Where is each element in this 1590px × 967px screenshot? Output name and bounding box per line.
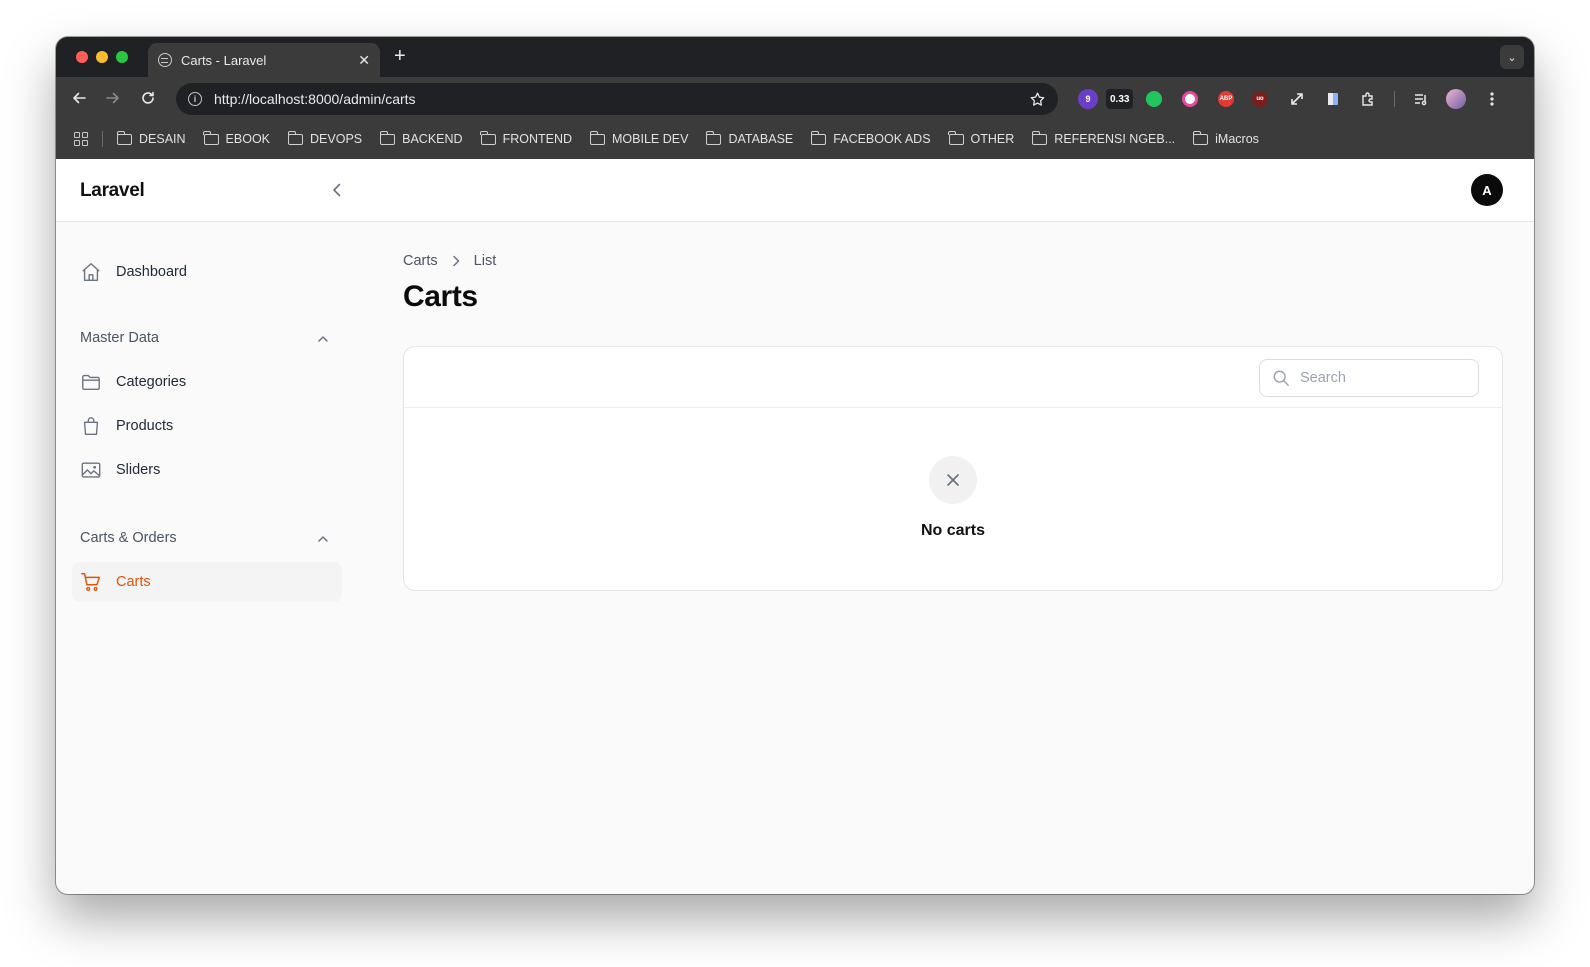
extension-doc-icon[interactable]: [1323, 89, 1343, 109]
browser-chrome: Carts - Laravel ✕ + ⌄ i http://localhost…: [56, 37, 1534, 159]
folder-icon: [480, 130, 496, 145]
bookmark-folder[interactable]: iMacros: [1192, 130, 1259, 146]
bookmark-folder[interactable]: DESAIN: [116, 130, 186, 146]
maximize-window-button[interactable]: [116, 51, 128, 63]
breadcrumb-current: List: [473, 253, 497, 269]
extension-badge-icon[interactable]: 9: [1078, 89, 1098, 109]
bookmark-folder[interactable]: EBOOK: [203, 130, 270, 146]
adblock-icon[interactable]: ABP: [1218, 89, 1234, 109]
bookmark-folder[interactable]: FACEBOOK ADS: [810, 130, 931, 146]
extension-green-icon[interactable]: [1146, 89, 1162, 109]
media-queue-icon[interactable]: [1411, 89, 1431, 109]
folder-icon: [589, 130, 606, 145]
close-tab-icon[interactable]: ✕: [358, 52, 370, 69]
folder-icon: [948, 130, 964, 145]
folder-icon: [810, 130, 827, 145]
folder-icon: [1031, 130, 1048, 145]
browser-tab[interactable]: Carts - Laravel ✕: [148, 43, 380, 77]
table-card: No carts: [403, 346, 1503, 591]
back-button[interactable]: [68, 87, 90, 109]
collapse-sidebar-button[interactable]: [326, 179, 348, 201]
browser-toolbar: i http://localhost:8000/admin/carts 9 0.…: [56, 77, 1534, 121]
page-title: Carts: [403, 280, 478, 313]
empty-state: No carts: [404, 408, 1502, 591]
sidebar-item-carts[interactable]: Carts: [72, 562, 342, 602]
forward-button[interactable]: [102, 87, 124, 109]
sidebar-item-label: Sliders: [116, 462, 161, 478]
folder-icon: [203, 130, 219, 145]
user-avatar[interactable]: A: [1471, 174, 1503, 206]
extension-ring-icon[interactable]: [1182, 89, 1198, 109]
reload-button[interactable]: [137, 87, 159, 109]
shopping-bag-icon: [83, 417, 99, 435]
new-tab-button[interactable]: +: [394, 45, 406, 68]
breadcrumb: Carts List: [403, 253, 496, 269]
bookmark-folder[interactable]: BACKEND: [379, 130, 463, 146]
sidebar-item-dashboard[interactable]: Dashboard: [72, 252, 342, 292]
folder-icon: [1192, 130, 1209, 145]
search-icon: [1273, 370, 1289, 386]
chevron-up-icon[interactable]: [316, 532, 330, 546]
chevron-left-icon: [333, 183, 341, 197]
folder-icon: [116, 130, 132, 145]
site-info-icon[interactable]: i: [188, 92, 202, 106]
sidebar-group-carts-orders[interactable]: Carts & Orders: [80, 530, 177, 546]
browser-window: Carts - Laravel ✕ + ⌄ i http://localhost…: [56, 37, 1534, 894]
toolbar-divider: [1394, 91, 1395, 107]
sidebar: Dashboard Master Data Categories Product…: [56, 222, 366, 894]
extension-metric-icon[interactable]: 0.33: [1106, 89, 1134, 109]
bookmark-folder[interactable]: MOBILE DEV: [589, 130, 688, 146]
minimize-window-button[interactable]: [96, 51, 108, 63]
tab-title: Carts - Laravel: [181, 52, 267, 68]
profile-avatar-icon[interactable]: [1446, 89, 1466, 109]
expand-icon[interactable]: [1287, 89, 1307, 109]
arrow-right-icon: [106, 92, 119, 104]
bookmarks-divider: [102, 131, 103, 147]
url-text[interactable]: http://localhost:8000/admin/carts: [214, 91, 1029, 107]
search-input[interactable]: [1300, 370, 1470, 386]
sidebar-item-label: Dashboard: [116, 264, 187, 280]
puzzle-icon[interactable]: [1358, 89, 1378, 109]
table-toolbar: [404, 347, 1502, 408]
folder-icon: [82, 374, 100, 391]
breadcrumb-link-carts[interactable]: Carts: [403, 253, 438, 269]
brand-logo[interactable]: Laravel: [80, 180, 145, 202]
bookmark-folder[interactable]: FRONTEND: [480, 130, 572, 146]
address-bar[interactable]: i http://localhost:8000/admin/carts: [176, 83, 1058, 115]
arrow-left-icon: [73, 92, 86, 104]
tab-strip: Carts - Laravel ✕ + ⌄: [56, 37, 1534, 77]
x-mark-icon: [929, 456, 977, 504]
sidebar-item-label: Categories: [116, 374, 187, 390]
empty-state-heading: No carts: [920, 522, 986, 539]
search-box[interactable]: [1259, 359, 1479, 397]
bookmark-folder[interactable]: OTHER: [948, 130, 1014, 146]
chevron-up-icon[interactable]: [316, 332, 330, 346]
home-icon: [82, 263, 100, 281]
bookmark-star-icon[interactable]: [1029, 91, 1046, 108]
kebab-menu-icon[interactable]: [1482, 89, 1502, 109]
bookmark-folder[interactable]: DATABASE: [706, 130, 793, 146]
bookmark-folder[interactable]: REFERENSI NGEB...: [1031, 130, 1175, 146]
close-window-button[interactable]: [76, 51, 88, 63]
bookmarks-bar: DESAIN EBOOK DEVOPS BACKEND FRONTEND MOB…: [56, 121, 1534, 157]
bookmark-folder[interactable]: DEVOPS: [287, 130, 362, 146]
chevron-right-icon: [452, 255, 459, 267]
ublock-icon[interactable]: uo: [1252, 89, 1268, 109]
sidebar-item-label: Carts: [116, 574, 151, 590]
sidebar-item-products[interactable]: Products: [72, 406, 342, 446]
folder-icon: [287, 130, 304, 145]
sidebar-item-categories[interactable]: Categories: [72, 362, 342, 402]
image-icon: [81, 462, 101, 478]
sidebar-item-label: Products: [116, 418, 174, 434]
folder-icon: [706, 130, 722, 145]
tab-search-button[interactable]: ⌄: [1500, 45, 1524, 69]
globe-icon: [158, 53, 172, 67]
sidebar-group-master-data[interactable]: Master Data: [80, 330, 159, 346]
app-header: Laravel A: [56, 159, 1534, 222]
shopping-cart-icon: [81, 573, 100, 591]
apps-grid-icon[interactable]: [74, 132, 88, 146]
folder-icon: [379, 130, 396, 145]
reload-icon: [142, 91, 154, 104]
sidebar-item-sliders[interactable]: Sliders: [72, 450, 342, 490]
